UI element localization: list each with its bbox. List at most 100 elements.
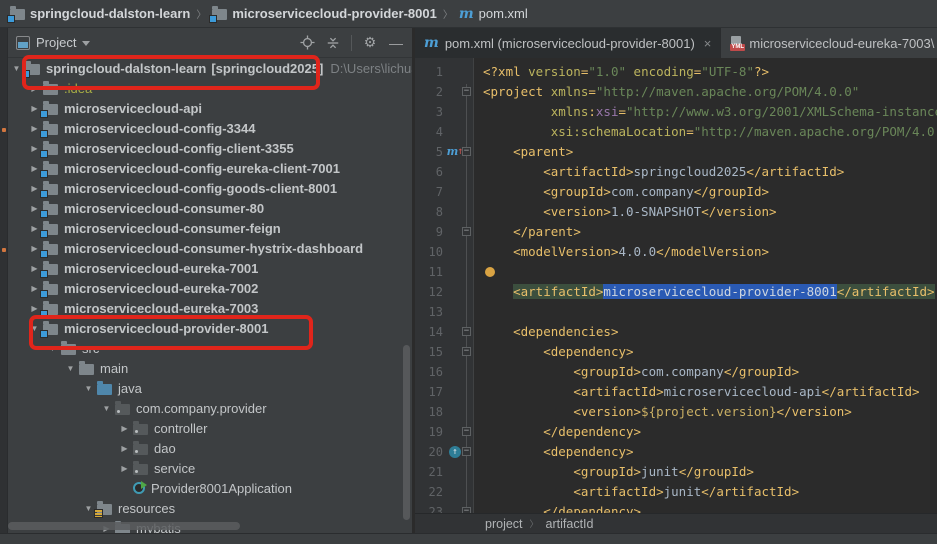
editor-tab[interactable]: YML microservicecloud-eureka-7003\ [721, 28, 937, 58]
code-line[interactable]: 1 <?xml version="1.0" encoding="UTF-8"?> [415, 62, 937, 82]
tree-item-label: .idea [64, 80, 93, 96]
fold-open-icon[interactable]: − [462, 447, 471, 456]
code-token: <version> [543, 204, 611, 219]
tree-item[interactable]: ▶ controller [8, 418, 412, 438]
editor-tab-label: microservicecloud-eureka-7003\ [749, 35, 935, 51]
tree-item[interactable]: ▼ com.company.provider [8, 398, 412, 418]
tree-item[interactable]: ▶ microservicecloud-config-goods-client-8… [8, 178, 412, 198]
code-token: <dependency> [543, 444, 634, 459]
close-icon[interactable]: × [704, 36, 712, 51]
module-folder-icon [40, 100, 58, 118]
code-line[interactable]: 8 <version>1.0-SNAPSHOT</version> [415, 202, 937, 222]
collapsed-arrow-icon[interactable]: ▶ [116, 424, 133, 433]
tree-item[interactable]: ▼ resources [8, 498, 412, 518]
locate-icon[interactable] [297, 33, 317, 53]
code-line[interactable]: 19 − </dependency> [415, 422, 937, 442]
code-line[interactable]: 7 <groupId>com.company</groupId> [415, 182, 937, 202]
code-line[interactable]: 10 <modelVersion>4.0.0</modelVersion> [415, 242, 937, 262]
code-token: xsi:schemaLocation [550, 124, 687, 139]
fold-open-icon[interactable]: − [462, 327, 471, 336]
tool-window-stripe[interactable] [0, 28, 8, 544]
tree-item-label: microservicecloud-provider-8001 [64, 320, 269, 336]
expanded-arrow-icon[interactable]: ▼ [98, 404, 115, 413]
code-editor[interactable]: 1 <?xml version="1.0" encoding="UTF-8"?> 2… [415, 58, 937, 514]
collapse-all-icon[interactable] [323, 33, 343, 53]
expanded-arrow-icon[interactable]: ▼ [80, 384, 97, 393]
fold-open-icon[interactable]: − [462, 347, 471, 356]
settings-icon[interactable]: ⚙ [360, 33, 380, 53]
code-line[interactable]: 22 <artifactId>junit</artifactId> [415, 482, 937, 502]
code-token: </artifactId> [836, 284, 935, 299]
code-line[interactable]: 12 <artifactId>microservicecloud-provide… [415, 282, 937, 302]
code-text: <artifactId>springcloud2025</artifactId> [483, 162, 844, 182]
expanded-arrow-icon[interactable]: ▼ [44, 344, 61, 353]
stripe-mark [2, 248, 6, 252]
tree-item[interactable]: ▼ java [8, 378, 412, 398]
expanded-arrow-icon[interactable]: ▼ [62, 364, 79, 373]
fold-open-icon[interactable]: − [462, 147, 471, 156]
fold-end-icon[interactable]: − [462, 427, 471, 436]
code-line[interactable]: 20 ↑ − <dependency> [415, 442, 937, 462]
code-line[interactable]: 18 <version>${project.version}</version> [415, 402, 937, 422]
code-line[interactable]: 3 xmlns:xsi="http://www.w3.org/2001/XMLS… [415, 102, 937, 122]
tree-item[interactable]: ▶ microservicecloud-consumer-hystrix-dash… [8, 238, 412, 258]
code-token: <dependency> [543, 344, 634, 359]
tree-item[interactable]: ▶ microservicecloud-config-3344 [8, 118, 412, 138]
code-line[interactable]: 15 − <dependency> [415, 342, 937, 362]
tree-item[interactable]: ▶ service [8, 458, 412, 478]
breadcrumb-item[interactable]: m pom.xml [459, 6, 528, 21]
tree-item[interactable]: ▶ microservicecloud-eureka-7003 [8, 298, 412, 318]
code-line[interactable]: 16 <groupId>com.company</groupId> [415, 362, 937, 382]
editor-tab[interactable]: m pom.xml (microservicecloud-provider-800… [415, 28, 722, 58]
code-line[interactable]: 4 xsi:schemaLocation="http://maven.apach… [415, 122, 937, 142]
project-panel-title[interactable]: Project [36, 35, 76, 50]
code-line[interactable]: 2 − <project xmlns="http://maven.apache.or… [415, 82, 937, 102]
code-line[interactable]: 13 [415, 302, 937, 322]
code-line[interactable]: 6 <artifactId>springcloud2025</artifactI… [415, 162, 937, 182]
code-line[interactable]: 14 − <dependencies> [415, 322, 937, 342]
package-icon [133, 420, 148, 435]
chevron-down-icon[interactable] [82, 41, 91, 46]
module-path-label: D:\Users\lichuan [330, 60, 412, 76]
tree-item[interactable]: ▶ microservicecloud-config-eureka-client-… [8, 158, 412, 178]
code-line[interactable]: 17 <artifactId>microservicecloud-api</ar… [415, 382, 937, 402]
project-tool-window: Project ⚙ — ▼ springcloud-dalston-learn [s… [8, 28, 412, 544]
xml-breadcrumb-item[interactable]: project [485, 517, 523, 531]
intention-bulb-icon[interactable] [485, 267, 495, 277]
breadcrumb-item[interactable]: microservicecloud-provider-8001 [209, 6, 437, 23]
collapsed-arrow-icon[interactable]: ▶ [26, 84, 43, 93]
project-panel-header: Project ⚙ — [8, 28, 412, 58]
collapsed-arrow-icon[interactable]: ▶ [116, 444, 133, 453]
tree-vertical-scrollbar[interactable] [403, 345, 410, 520]
code-line[interactable]: 21 <groupId>junit</groupId> [415, 462, 937, 482]
tree-item[interactable]: ▼ microservicecloud-provider-8001 [8, 318, 412, 338]
tree-item[interactable]: ▼ springcloud-dalston-learn [springcloud20… [8, 58, 412, 78]
tree-item[interactable]: ▶ microservicecloud-api [8, 98, 412, 118]
tree-item[interactable]: ▶ microservicecloud-eureka-7001 [8, 258, 412, 278]
code-line[interactable]: 11 [415, 262, 937, 282]
code-line[interactable]: 9 − </parent> [415, 222, 937, 242]
code-lines: 1 <?xml version="1.0" encoding="UTF-8"?> 2… [415, 58, 937, 514]
code-line[interactable]: 5 m ↑ − <parent> [415, 142, 937, 162]
fold-end-icon[interactable]: − [462, 227, 471, 236]
tree-item[interactable]: ▶ microservicecloud-consumer-80 [8, 198, 412, 218]
breadcrumb-item[interactable]: springcloud-dalston-learn [7, 6, 190, 23]
tree-item[interactable]: ▼ src [8, 338, 412, 358]
collapsed-arrow-icon[interactable]: ▶ [116, 464, 133, 473]
line-number: 17 [428, 385, 443, 399]
line-number: 1 [435, 65, 443, 79]
tree-item[interactable]: ▶ microservicecloud-config-client-3355 [8, 138, 412, 158]
code-text: <?xml version="1.0" encoding="UTF-8"?> [483, 62, 769, 82]
tree-horizontal-scrollbar[interactable] [8, 522, 240, 530]
tree-item[interactable]: ▶ dao [8, 438, 412, 458]
xml-breadcrumb-item[interactable]: artifactId [546, 517, 594, 531]
tree-item[interactable]: ▶ microservicecloud-consumer-feign [8, 218, 412, 238]
tree-item[interactable]: ▶ microservicecloud-eureka-7002 [8, 278, 412, 298]
tree-item[interactable]: Provider8001Application [8, 478, 412, 498]
fold-open-icon[interactable]: − [462, 87, 471, 96]
hide-icon[interactable]: — [386, 33, 406, 53]
tree-item[interactable]: ▼ main [8, 358, 412, 378]
tree-item[interactable]: ▶ .idea [8, 78, 412, 98]
